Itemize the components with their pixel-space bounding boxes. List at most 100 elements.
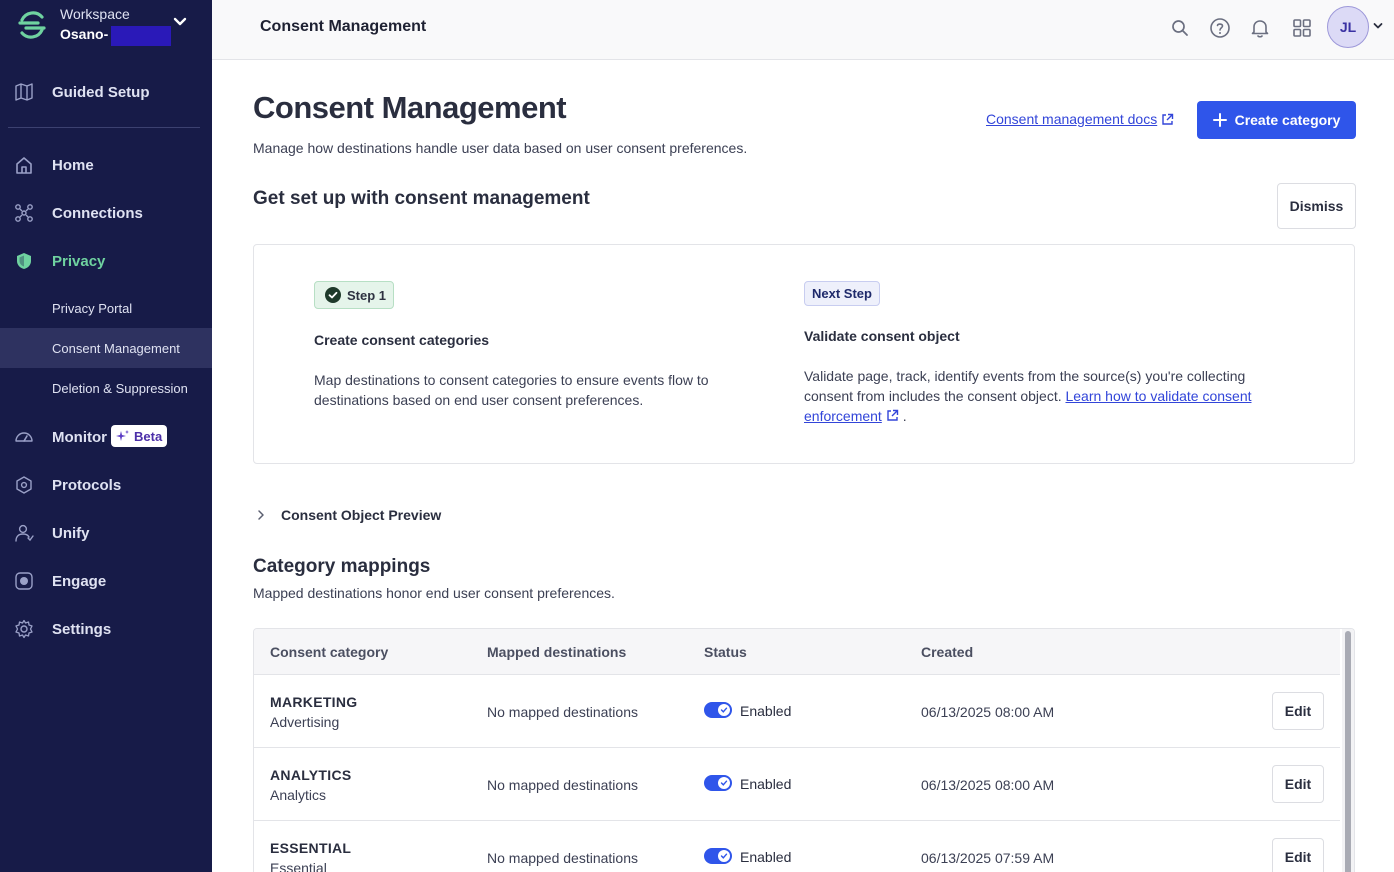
category-sub: Advertising	[270, 714, 340, 730]
sidebar-item-label: Home	[52, 156, 94, 174]
sidebar-subitem-privacy-portal[interactable]: Privacy Portal	[0, 288, 212, 328]
protocols-icon	[16, 476, 32, 494]
next-desc-line: Validate page, track, identify events fr…	[804, 368, 1246, 384]
mapped-destinations: No mapped destinations	[487, 850, 638, 866]
table-row: MARKETING Advertising No mapped destinat…	[254, 675, 1340, 748]
toggle-knob	[718, 850, 730, 862]
category-mappings-table: Consent category Mapped destinations Sta…	[253, 628, 1355, 872]
created-date: 06/13/2025 08:00 AM	[921, 777, 1055, 793]
page-title: Consent Management	[253, 90, 567, 125]
top-bar: Consent Management JL	[212, 0, 1394, 60]
setup-steps-card: Step 1 Create consent categories Map des…	[253, 244, 1355, 464]
validate-consent-link[interactable]: Learn how to validate consent	[1065, 388, 1251, 404]
status-text: Enabled	[740, 776, 792, 792]
created-date: 06/13/2025 07:59 AM	[921, 850, 1055, 866]
dismiss-button[interactable]: Dismiss	[1277, 183, 1356, 229]
consent-docs-link[interactable]: Consent management docs	[986, 111, 1174, 127]
sidebar-item-label: Settings	[52, 620, 112, 638]
sidebar-item-engage[interactable]: Engage	[0, 561, 212, 601]
step1-desc-line: Map destinations to consent categories t…	[314, 372, 709, 388]
scrollbar-thumb[interactable]	[1345, 631, 1351, 872]
divider	[8, 127, 200, 128]
created-date: 06/13/2025 08:00 AM	[921, 704, 1055, 720]
category-name: ANALYTICS	[270, 767, 352, 783]
edit-button[interactable]: Edit	[1272, 838, 1324, 872]
engage-icon	[15, 572, 33, 590]
sidebar-item-home[interactable]: Home	[0, 145, 212, 185]
edit-button[interactable]: Edit	[1272, 765, 1324, 803]
workspace-switcher[interactable]: Workspace Osano-	[0, 0, 212, 60]
column-header: Status	[704, 644, 747, 660]
create-category-button[interactable]: Create category	[1197, 101, 1356, 139]
home-icon	[16, 157, 32, 174]
workspace-name: Osano-	[60, 26, 109, 42]
next-step-heading: Validate consent object	[804, 328, 960, 344]
table-row: ESSENTIAL Essential No mapped destinatio…	[254, 821, 1340, 872]
setup-title: Get set up with consent management	[253, 188, 590, 209]
check-circle-icon	[325, 287, 341, 303]
status-toggle[interactable]	[704, 775, 732, 791]
next-step-badge: Next Step	[804, 281, 880, 306]
docs-link-label: Consent management docs	[986, 111, 1158, 127]
gauge-icon	[15, 432, 33, 442]
sidebar-subitem-deletion-suppression[interactable]: Deletion & Suppression	[0, 368, 212, 408]
chevron-down-icon[interactable]	[1372, 20, 1384, 32]
toggle-knob	[718, 777, 730, 789]
period: .	[902, 408, 907, 424]
beta-badge: Beta	[111, 425, 167, 447]
step1-heading: Create consent categories	[314, 332, 490, 348]
sidebar-item-label: Protocols	[52, 476, 122, 494]
next-step-description: Validate page, track, identify events fr…	[804, 366, 1252, 426]
column-header: Mapped destinations	[487, 644, 627, 660]
next-desc-line: consent from includes the consent object…	[804, 388, 1062, 404]
sidebar: Workspace Osano- Guided Setup Home Conne…	[0, 0, 212, 872]
step1-badge-label: Step 1	[347, 287, 387, 303]
sidebar-subitem-consent-management[interactable]: Consent Management	[0, 328, 212, 368]
chevron-down-icon[interactable]	[172, 14, 188, 30]
sidebar-item-label: Engage	[52, 572, 107, 590]
check-icon	[720, 780, 728, 786]
external-link-icon	[1162, 113, 1174, 125]
user-avatar[interactable]: JL	[1327, 6, 1369, 48]
main-content: Consent Management Manage how destinatio…	[212, 60, 1394, 872]
link-text: enforcement	[804, 408, 882, 424]
apps-grid-icon[interactable]	[1290, 16, 1314, 40]
sidebar-item-connections[interactable]: Connections	[0, 193, 212, 233]
sidebar-subitem-label: Privacy Portal	[52, 300, 133, 316]
mapped-destinations: No mapped destinations	[487, 777, 638, 793]
map-icon	[15, 83, 33, 101]
segment-logo-icon	[18, 11, 46, 39]
page-subtitle: Manage how destinations handle user data…	[253, 140, 748, 156]
table-row: ANALYTICS Analytics No mapped destinatio…	[254, 748, 1340, 821]
step1-badge: Step 1	[314, 281, 394, 309]
consent-object-preview-toggle[interactable]: Consent Object Preview	[253, 504, 441, 526]
table-scrollbar[interactable]	[1342, 629, 1354, 872]
validate-consent-link-cont[interactable]: enforcement	[804, 408, 899, 424]
sidebar-item-unify[interactable]: Unify	[0, 513, 212, 553]
status-text: Enabled	[740, 703, 792, 719]
redacted-block	[111, 26, 171, 46]
category-mappings-title: Category mappings	[253, 556, 431, 577]
sidebar-item-monitor[interactable]: Monitor	[0, 417, 212, 457]
column-header: Created	[921, 644, 974, 660]
step1-desc-line: destinations based on end user consent p…	[314, 392, 644, 408]
category-sub: Essential	[270, 860, 327, 872]
shield-icon	[17, 253, 31, 269]
sidebar-item-guided-setup[interactable]: Guided Setup	[0, 72, 212, 112]
sidebar-item-privacy[interactable]: Privacy	[0, 241, 212, 281]
status-toggle[interactable]	[704, 702, 732, 718]
category-sub: Analytics	[270, 787, 327, 803]
sidebar-item-settings[interactable]: Settings	[0, 609, 212, 649]
bell-icon[interactable]	[1248, 16, 1272, 40]
sidebar-item-protocols[interactable]: Protocols	[0, 465, 212, 505]
check-icon	[720, 853, 728, 859]
help-icon[interactable]	[1208, 16, 1232, 40]
search-icon[interactable]	[1168, 16, 1192, 40]
table-header: Consent category Mapped destinations Sta…	[254, 629, 1340, 675]
sidebar-item-label: Guided Setup	[52, 83, 150, 101]
edit-button[interactable]: Edit	[1272, 692, 1324, 730]
step1-description: Map destinations to consent categories t…	[314, 370, 709, 410]
status-toggle[interactable]	[704, 848, 732, 864]
category-name: MARKETING	[270, 694, 358, 710]
beta-label: Beta	[134, 428, 163, 444]
